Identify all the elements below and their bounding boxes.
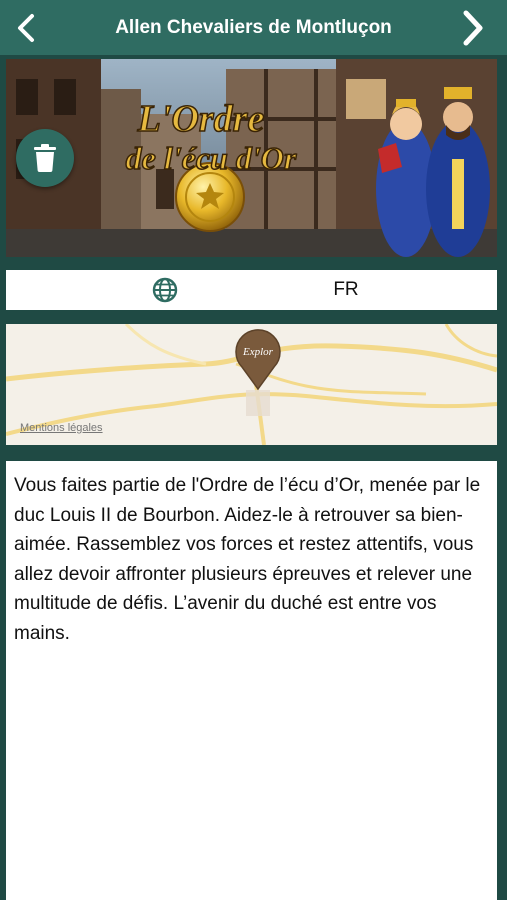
hero-illustration: L'Ordre de l'écu d'Or	[6, 59, 497, 257]
page-title: Allen Chevaliers de Montluçon	[115, 17, 392, 38]
globe-icon	[152, 277, 178, 303]
trash-icon	[34, 144, 56, 172]
navigation-bar: Allen Chevaliers de Montluçon	[0, 0, 507, 55]
map-pin-icon[interactable]: Explor	[230, 327, 286, 391]
hero-logo-line2: de l'écu d'Or	[126, 140, 297, 176]
description-text: Vous faites partie de l'Ordre de l’écu d…	[14, 475, 481, 644]
language-selector[interactable]: FR	[6, 270, 497, 310]
map-pin-label: Explor	[242, 346, 274, 358]
delete-button[interactable]	[16, 129, 74, 187]
hero-image: L'Ordre de l'écu d'Or	[6, 59, 497, 257]
legal-notice-link[interactable]: Mentions légales	[20, 422, 103, 434]
back-button[interactable]	[4, 6, 48, 50]
description-panel: Vous faites partie de l'Ordre de l’écu d…	[6, 461, 497, 900]
chevron-right-icon	[463, 10, 483, 46]
hero-logo-line1: L'Ordre	[137, 98, 265, 140]
language-label: FR	[333, 279, 359, 300]
map-view[interactable]: Explor Mentions légales	[6, 324, 497, 445]
next-button[interactable]	[451, 6, 495, 50]
chevron-left-icon	[18, 14, 34, 42]
